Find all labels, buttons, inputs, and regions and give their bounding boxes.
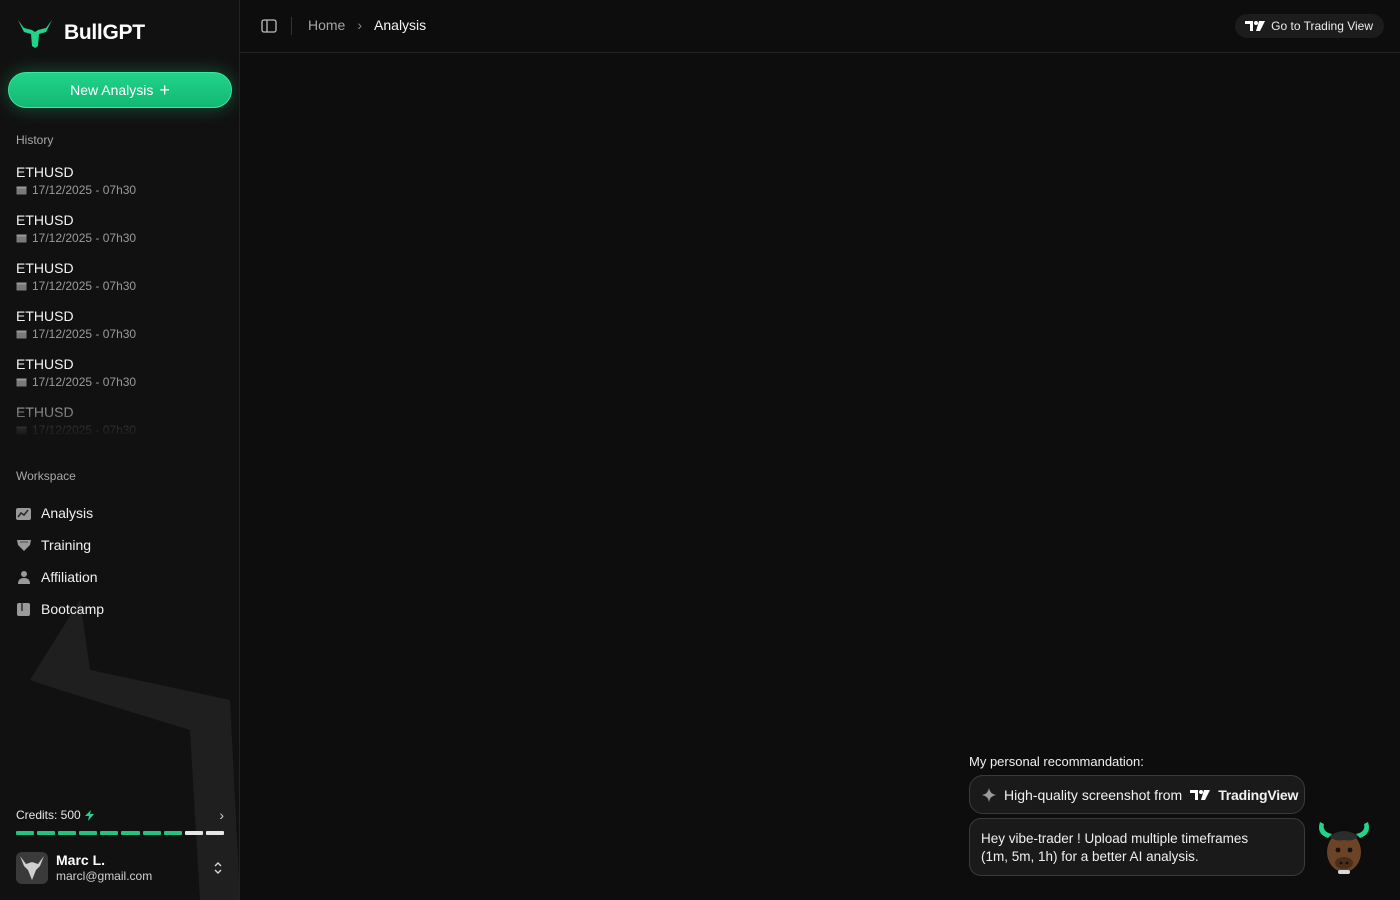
credit-segment: [163, 831, 182, 835]
workspace-label: Workspace: [16, 469, 76, 483]
sparkle-icon: [982, 787, 996, 802]
chevron-updown-icon: [214, 862, 222, 874]
recommendation-label: My personal recommandation:: [969, 754, 1144, 769]
nav-item-label: Bootcamp: [41, 601, 105, 617]
tradingview-icon: [1190, 789, 1211, 800]
history-list: ETHUSD 17/12/2025 - 07h30 ETHUSD 17/12/2…: [16, 163, 226, 451]
history-item-date: 17/12/2025 - 07h30: [32, 327, 137, 341]
header-divider: [291, 17, 292, 35]
chevron-right-icon: ›: [219, 807, 224, 823]
history-label: History: [16, 133, 54, 147]
recommendation-pill-text: High-quality screenshot from: [1004, 786, 1183, 803]
history-item-date: 17/12/2025 - 07h30: [32, 423, 137, 437]
lightning-icon: [84, 809, 94, 821]
history-item-date: 17/12/2025 - 07h30: [32, 183, 137, 197]
credit-segment: [121, 831, 140, 835]
history-item-title: ETHUSD: [16, 308, 74, 324]
plus-icon: +: [159, 80, 170, 100]
nav-item-bootcamp[interactable]: Bootcamp: [16, 593, 226, 625]
avatar: [16, 852, 48, 884]
history-item[interactable]: ETHUSD 17/12/2025 - 07h30: [16, 403, 226, 451]
user-email: marcl@gmail.com: [56, 869, 153, 883]
workspace-nav: Analysis Training Affiliation Bootcamp: [16, 497, 226, 625]
history-item[interactable]: ETHUSD 17/12/2025 - 07h30: [16, 307, 226, 355]
tradingview-wordmark: TradingView: [1218, 786, 1299, 803]
credit-segment: [37, 831, 56, 835]
history-item[interactable]: ETHUSD 17/12/2025 - 07h30: [16, 211, 226, 259]
history-item[interactable]: ETHUSD 17/12/2025 - 07h30: [16, 355, 226, 403]
breadcrumb: Home › Analysis: [308, 17, 426, 33]
calendar-icon: [16, 186, 27, 195]
credit-segment: [100, 831, 119, 835]
app: BullGPT New Analysis + History ETHUSD 17…: [0, 0, 1400, 900]
recommendation-message: Hey vibe-trader ! Upload multiple timefr…: [969, 818, 1305, 876]
nav-item-analysis[interactable]: Analysis: [16, 497, 226, 529]
recommendation-message-line-1: Hey vibe-trader ! Upload multiple timefr…: [981, 831, 1249, 846]
breadcrumb-current: Analysis: [374, 17, 427, 33]
sidebar-toggle-icon[interactable]: [261, 18, 277, 34]
sidebar: BullGPT New Analysis + History ETHUSD 17…: [0, 0, 240, 900]
history-item-title: ETHUSD: [16, 164, 74, 180]
calendar-icon: [16, 282, 27, 291]
credit-segment: [79, 831, 98, 835]
go-to-tradingview-button[interactable]: Go to Trading View: [1235, 14, 1384, 38]
history-item[interactable]: ETHUSD 17/12/2025 - 07h30: [16, 163, 226, 211]
shield-icon: [16, 538, 31, 553]
nav-item-affiliation[interactable]: Affiliation: [16, 561, 226, 593]
history-item[interactable]: ETHUSD 17/12/2025 - 07h30: [16, 259, 226, 307]
recommendation-pill[interactable]: High-quality screenshot from TradingView: [969, 775, 1305, 814]
calendar-icon: [16, 234, 27, 243]
credit-segment: [205, 831, 224, 835]
calendar-icon: [16, 378, 27, 387]
nav-item-label: Affiliation: [41, 569, 98, 585]
credit-segment: [184, 831, 203, 835]
history-item-title: ETHUSD: [16, 212, 74, 228]
new-analysis-label: New Analysis: [70, 82, 154, 98]
bull-logo-icon: [18, 20, 52, 48]
credits-row[interactable]: Credits: 500 ›: [16, 806, 224, 824]
history-item-date: 17/12/2025 - 07h30: [32, 375, 137, 389]
top-bar: Home › Analysis Go to Trading View: [240, 0, 1400, 53]
history-item-date: 17/12/2025 - 07h30: [32, 231, 137, 245]
users-icon: [16, 570, 31, 585]
bull-mascot-icon: [1319, 822, 1369, 874]
calendar-icon: [16, 426, 27, 435]
credit-segment: [58, 831, 77, 835]
user-menu[interactable]: Marc L. marcl@gmail.com: [16, 851, 224, 885]
credits-label: Credits: 500: [16, 808, 81, 822]
user-name: Marc L.: [56, 852, 106, 868]
history-item-title: ETHUSD: [16, 260, 74, 276]
history-item-title: ETHUSD: [16, 356, 74, 372]
new-analysis-button[interactable]: New Analysis +: [8, 72, 232, 108]
nav-item-label: Analysis: [41, 505, 94, 521]
calendar-icon: [16, 330, 27, 339]
brand[interactable]: BullGPT: [16, 16, 145, 50]
breadcrumb-home[interactable]: Home: [308, 17, 345, 33]
credit-segment: [142, 831, 161, 835]
credit-segment: [16, 831, 35, 835]
nav-item-training[interactable]: Training: [16, 529, 226, 561]
tradingview-button-label: Go to Trading View: [1271, 19, 1373, 33]
chevron-right-icon: ›: [357, 17, 363, 33]
recommendation-message-line-2: (1m, 5m, 1h) for a better AI analysis.: [981, 849, 1199, 864]
credits-progress-bar: [16, 831, 224, 835]
tradingview-icon: [1245, 21, 1266, 31]
brand-name: BullGPT: [64, 21, 145, 44]
nav-item-label: Training: [41, 537, 92, 553]
book-icon: [16, 602, 31, 617]
history-item-title: ETHUSD: [16, 404, 74, 420]
chart-icon: [16, 506, 31, 521]
history-item-date: 17/12/2025 - 07h30: [32, 279, 137, 293]
